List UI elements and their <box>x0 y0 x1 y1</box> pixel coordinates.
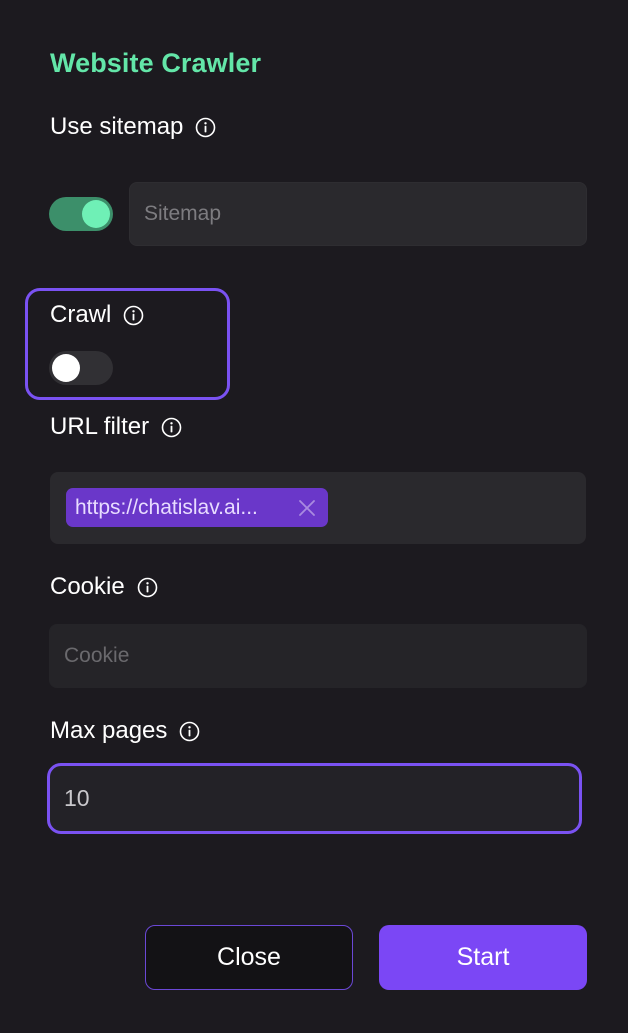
cookie-label: Cookie <box>50 573 125 600</box>
url-filter-tag-label: https://chatislav.ai... <box>75 495 258 519</box>
toggle-knob <box>82 200 110 228</box>
cookie-input[interactable] <box>49 624 587 688</box>
sitemap-input[interactable] <box>129 182 587 246</box>
url-filter-input[interactable]: https://chatislav.ai... <box>50 472 586 544</box>
info-icon[interactable] <box>179 721 200 742</box>
info-icon[interactable] <box>195 117 216 138</box>
start-button[interactable]: Start <box>379 925 587 990</box>
max-pages-input[interactable] <box>47 763 582 834</box>
url-filter-tag: https://chatislav.ai... <box>66 488 328 527</box>
info-icon[interactable] <box>123 305 144 326</box>
close-icon[interactable] <box>296 497 318 519</box>
max-pages-label: Max pages <box>50 717 168 744</box>
sitemap-toggle[interactable] <box>49 197 113 231</box>
crawl-label: Crawl <box>50 301 112 328</box>
sitemap-label-row: Use sitemap <box>50 113 216 141</box>
sitemap-label: Use sitemap <box>50 113 184 140</box>
url-filter-label-row: URL filter <box>50 413 182 441</box>
dialog-title: Website Crawler <box>50 48 262 78</box>
info-icon[interactable] <box>137 577 158 598</box>
max-pages-label-row: Max pages <box>50 717 200 745</box>
info-icon[interactable] <box>161 417 182 438</box>
toggle-knob <box>52 354 80 382</box>
url-filter-label: URL filter <box>50 413 150 440</box>
cookie-label-row: Cookie <box>50 573 158 601</box>
crawl-label-row: Crawl <box>50 301 144 329</box>
crawl-toggle[interactable] <box>49 351 113 385</box>
close-button[interactable]: Close <box>145 925 353 990</box>
website-crawler-dialog: Website Crawler Use sitemap Crawl <box>0 0 628 1033</box>
